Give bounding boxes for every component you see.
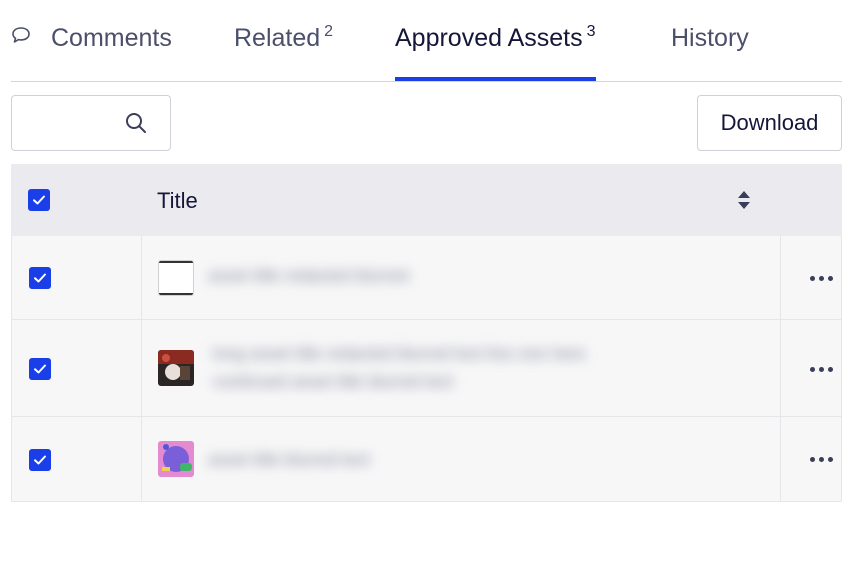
column-divider bbox=[141, 236, 142, 319]
more-options-icon[interactable] bbox=[810, 364, 836, 374]
row-checkbox[interactable] bbox=[29, 449, 51, 471]
tab-related-count: 2 bbox=[324, 23, 334, 40]
table-row[interactable]: long asset title redacted blurred text l… bbox=[11, 320, 842, 417]
more-options-icon[interactable] bbox=[810, 454, 836, 464]
tab-approved-assets[interactable]: Approved Assets 3 bbox=[395, 23, 596, 81]
document-thumbnail[interactable] bbox=[158, 260, 194, 296]
tab-approved-assets-label: Approved Assets bbox=[395, 24, 583, 52]
column-divider bbox=[780, 236, 781, 319]
tab-history-label: History bbox=[671, 24, 749, 52]
column-divider bbox=[780, 417, 781, 501]
column-divider bbox=[141, 417, 142, 501]
search-box bbox=[11, 95, 171, 151]
asset-title-line2: continued asset title blurred text bbox=[213, 372, 454, 391]
column-divider bbox=[780, 320, 781, 416]
tab-approved-assets-count: 3 bbox=[586, 23, 596, 40]
tab-bar: Comments Related 2 Approved Assets 3 Histo… bbox=[11, 0, 842, 82]
check-icon bbox=[34, 273, 46, 283]
column-divider bbox=[141, 320, 142, 416]
download-button[interactable]: Download bbox=[697, 95, 842, 151]
table-row[interactable]: asset title blurred text bbox=[11, 417, 842, 502]
check-icon bbox=[33, 195, 45, 205]
row-checkbox[interactable] bbox=[29, 267, 51, 289]
search-input[interactable] bbox=[12, 96, 122, 150]
sort-icon[interactable] bbox=[737, 191, 751, 214]
photo-thumbnail[interactable] bbox=[158, 350, 194, 386]
comment-icon bbox=[11, 22, 31, 51]
row-checkbox[interactable] bbox=[29, 358, 51, 380]
tab-related-label: Related bbox=[234, 24, 321, 52]
asset-title[interactable]: asset title redacted blurred bbox=[208, 266, 408, 286]
tab-history[interactable]: History bbox=[671, 24, 749, 81]
search-icon[interactable] bbox=[124, 111, 148, 140]
table-header: Title bbox=[11, 164, 842, 236]
asset-title[interactable]: asset title blurred text bbox=[208, 450, 370, 470]
tab-comments[interactable]: Comments bbox=[11, 24, 172, 81]
more-options-icon[interactable] bbox=[810, 273, 836, 283]
select-all-checkbox[interactable] bbox=[28, 189, 50, 211]
asset-title[interactable]: long asset title redacted blurred text l… bbox=[213, 344, 585, 364]
tab-comments-label: Comments bbox=[51, 24, 172, 52]
table-row[interactable]: asset title redacted blurred bbox=[11, 236, 842, 320]
check-icon bbox=[34, 455, 46, 465]
illustration-thumbnail[interactable] bbox=[158, 441, 194, 477]
assets-table: Title asset title redacted blurred long … bbox=[11, 164, 842, 502]
check-icon bbox=[34, 364, 46, 374]
column-header-title[interactable]: Title bbox=[157, 188, 198, 214]
tab-related[interactable]: Related 2 bbox=[234, 23, 334, 81]
